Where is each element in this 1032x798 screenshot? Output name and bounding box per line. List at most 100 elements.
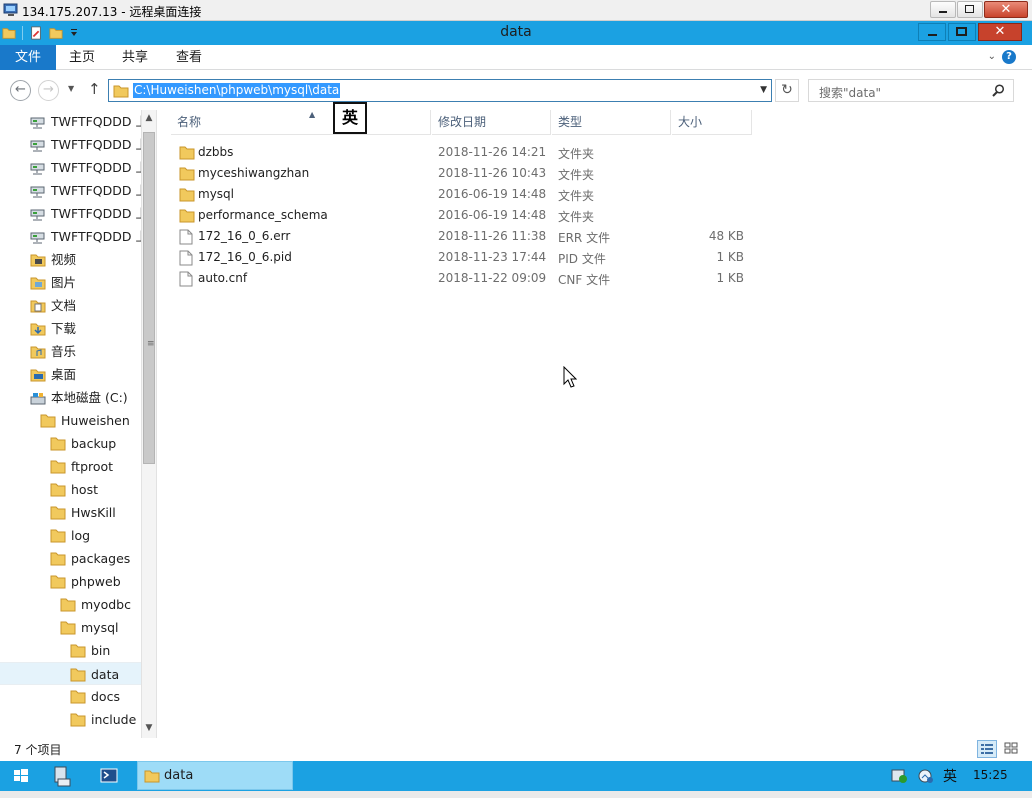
file-icon — [179, 250, 193, 269]
scroll-down-icon[interactable]: ▼ — [142, 720, 156, 736]
folder-icon — [179, 145, 195, 164]
file-icon — [179, 271, 193, 290]
tree-item-[interactable]: 音乐 — [0, 340, 141, 363]
tree-item-backup[interactable]: backup — [0, 432, 141, 455]
file-name: mysql — [198, 187, 234, 201]
server-manager-icon — [54, 766, 71, 787]
network-icon[interactable] — [917, 768, 935, 784]
tree-item-label: TWFTFQDDD 上 — [51, 183, 141, 198]
folder-icon — [50, 574, 66, 593]
tree-item-[interactable]: 桌面 — [0, 363, 141, 386]
file-date: 2016-06-19 14:48 — [438, 187, 547, 201]
tree-item-phpweb[interactable]: phpweb — [0, 570, 141, 593]
tree-item-data[interactable]: data — [0, 662, 141, 685]
file-row[interactable]: dzbbs 2018-11-26 14:21 文件夹 — [159, 142, 759, 163]
folder-icon — [144, 770, 160, 783]
navigation-bar: ← → ▼ ↑ C:\Huweishen\phpweb\mysql\data ▼… — [0, 71, 1032, 109]
tree-item-log[interactable]: log — [0, 524, 141, 547]
file-row[interactable]: myceshiwangzhan 2018-11-26 10:43 文件夹 — [159, 163, 759, 184]
folder-icon — [179, 208, 195, 227]
forward-button[interactable]: → — [38, 80, 59, 101]
tree-item-docs[interactable]: docs — [0, 685, 141, 708]
powershell-button[interactable] — [92, 761, 126, 791]
tree-item-c[interactable]: 本地磁盘 (C:) — [0, 386, 141, 409]
tree-item-[interactable]: 下载 — [0, 317, 141, 340]
column-header-name[interactable]: 名称 ▲ — [171, 110, 431, 135]
column-header-type[interactable]: 类型 — [552, 110, 671, 135]
address-path[interactable]: C:\Huweishen\phpweb\mysql\data — [133, 83, 341, 98]
tree-item-host[interactable]: host — [0, 478, 141, 501]
refresh-button[interactable]: ↻ — [775, 79, 799, 102]
address-bar[interactable]: C:\Huweishen\phpweb\mysql\data ▼ — [108, 79, 772, 102]
tree-item-mysql[interactable]: mysql — [0, 616, 141, 639]
local-disk-icon — [30, 390, 46, 409]
file-row[interactable]: 172_16_0_6.err 2018-11-26 11:38 ERR 文件 48 K… — [159, 226, 759, 247]
column-name-label: 名称 — [177, 115, 202, 129]
tree-item-twftfqddd[interactable]: TWFTFQDDD 上 — [0, 225, 141, 248]
rdp-close-button[interactable]: ✕ — [984, 1, 1028, 18]
up-arrow-icon[interactable]: ↑ — [88, 80, 101, 98]
pictures-icon — [30, 275, 46, 294]
tree-item-twftfqddd[interactable]: TWFTFQDDD 上 — [0, 133, 141, 156]
file-row[interactable]: mysql 2016-06-19 14:48 文件夹 — [159, 184, 759, 205]
powershell-icon — [100, 768, 118, 783]
scroll-thumb[interactable]: ≡ — [143, 132, 155, 464]
search-icon[interactable] — [992, 84, 1005, 97]
file-row[interactable]: auto.cnf 2018-11-22 09:09 CNF 文件 1 KB — [159, 268, 759, 289]
tree-item-[interactable]: 文档 — [0, 294, 141, 317]
search-input[interactable]: 搜索"data" — [808, 79, 1014, 102]
tree-item-twftfqddd[interactable]: TWFTFQDDD 上 — [0, 179, 141, 202]
column-header-date[interactable]: 修改日期 — [432, 110, 551, 135]
help-icon[interactable]: ? — [1002, 50, 1016, 64]
file-row[interactable]: 172_16_0_6.pid 2018-11-23 17:44 PID 文件 1 KB — [159, 247, 759, 268]
tree-item-twftfqddd[interactable]: TWFTFQDDD 上 — [0, 110, 141, 133]
rdp-minimize-button[interactable] — [930, 1, 956, 18]
maximize-button[interactable] — [948, 23, 976, 41]
tree-item-huweishen[interactable]: Huweishen — [0, 409, 141, 432]
sort-ascending-icon: ▲ — [309, 110, 316, 119]
tree-item-myodbc[interactable]: myodbc — [0, 593, 141, 616]
tab-file[interactable]: 文件 — [0, 45, 56, 70]
start-button[interactable] — [6, 761, 36, 791]
music-icon — [30, 344, 46, 363]
tree-item-bin[interactable]: bin — [0, 639, 141, 662]
back-button[interactable]: ← — [10, 80, 31, 101]
ime-tray[interactable]: 英 — [943, 766, 957, 786]
file-row[interactable]: performance_schema 2016-06-19 14:48 文件夹 — [159, 205, 759, 226]
close-button[interactable]: ✕ — [978, 23, 1022, 41]
details-view-icon — [981, 744, 993, 754]
window-title: data — [500, 24, 532, 40]
large-icons-view-button[interactable] — [1002, 740, 1022, 758]
tree-item-include[interactable]: include — [0, 708, 141, 731]
tree-item-[interactable]: 图片 — [0, 271, 141, 294]
tab-share[interactable]: 共享 — [122, 45, 148, 70]
tree-item-label: TWFTFQDDD 上 — [51, 137, 141, 152]
column-header-size[interactable]: 大小 — [672, 110, 752, 135]
tree-item-twftfqddd[interactable]: TWFTFQDDD 上 — [0, 202, 141, 225]
tree-item-twftfqddd[interactable]: TWFTFQDDD 上 — [0, 156, 141, 179]
clock[interactable]: 15:25 — [973, 768, 1008, 782]
scroll-up-icon[interactable]: ▲ — [142, 110, 156, 126]
chevron-down-icon[interactable]: ▼ — [760, 85, 767, 95]
tree-item-hwskill[interactable]: HwsKill — [0, 501, 141, 524]
server-manager-button[interactable] — [46, 761, 80, 791]
expand-ribbon-icon[interactable]: ⌄ — [988, 51, 996, 62]
file-type: CNF 文件 — [558, 273, 611, 287]
minimize-button[interactable] — [918, 23, 946, 41]
tree-item-ftproot[interactable]: ftproot — [0, 455, 141, 478]
tree-item-packages[interactable]: packages — [0, 547, 141, 570]
tree-item-label: myodbc — [81, 597, 131, 612]
details-view-button[interactable] — [977, 740, 997, 758]
tree-scrollbar[interactable]: ▲ ≡ ▼ — [141, 110, 157, 738]
file-type: PID 文件 — [558, 252, 606, 266]
taskbar-explorer-data[interactable]: data — [137, 761, 293, 790]
tab-view[interactable]: 查看 — [176, 45, 202, 70]
tab-home[interactable]: 主页 — [69, 45, 95, 70]
action-center-icon[interactable] — [891, 768, 909, 784]
file-date: 2018-11-26 11:38 — [438, 229, 547, 243]
tree-item-[interactable]: 视频 — [0, 248, 141, 271]
tree-item-label: TWFTFQDDD 上 — [51, 114, 141, 129]
recent-locations-icon[interactable]: ▼ — [68, 84, 74, 93]
explorer-title-bar: data ✕ — [0, 21, 1032, 45]
rdp-restore-button[interactable] — [957, 1, 983, 18]
